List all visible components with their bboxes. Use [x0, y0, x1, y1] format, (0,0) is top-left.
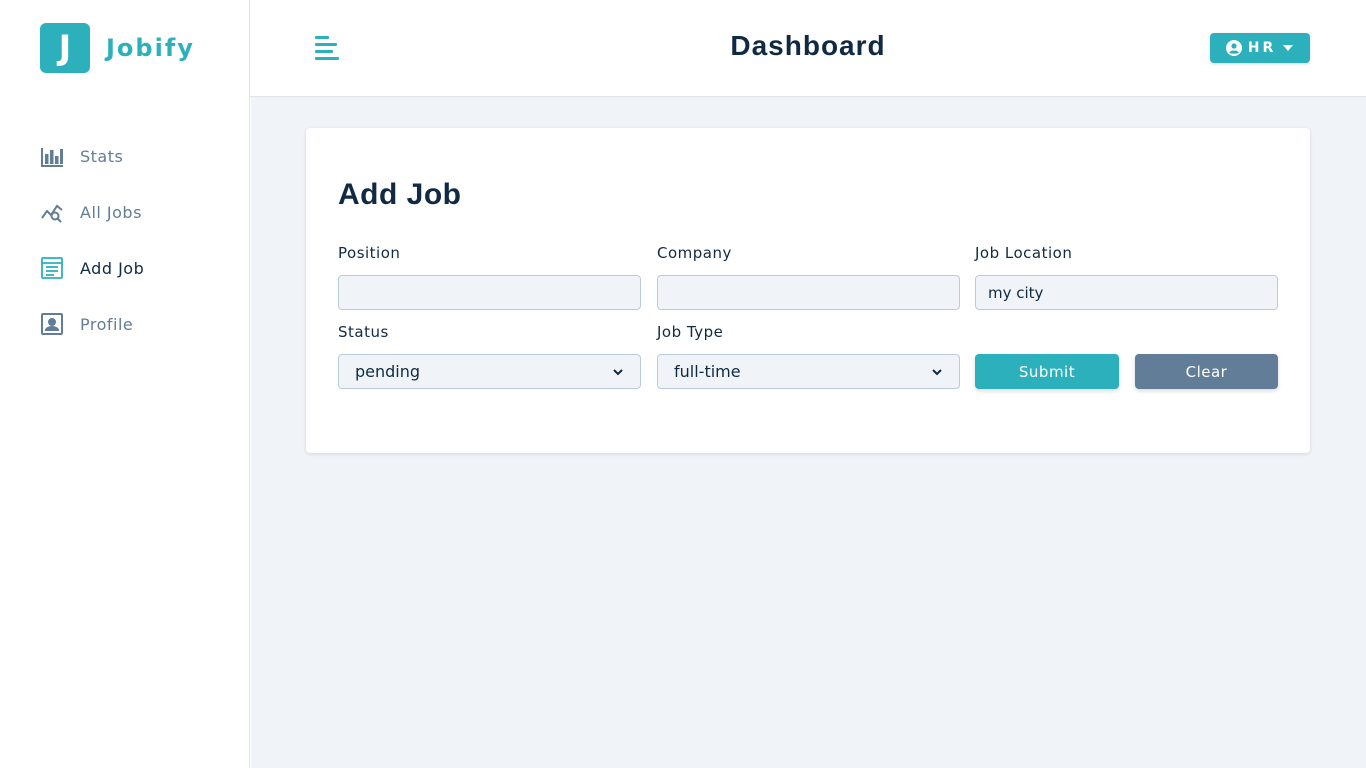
sidebar-item-add-job[interactable]: Add Job — [40, 252, 240, 284]
brand-name: Jobify — [106, 34, 195, 62]
job-type-select[interactable]: full-time — [657, 354, 960, 389]
sidebar-item-label: Stats — [80, 146, 124, 166]
user-circle-icon — [1225, 40, 1242, 56]
main-content: Add Job Position Company Job Location St… — [251, 97, 1366, 768]
page-title: Dashboard — [730, 30, 886, 61]
job-type-label: Job Type — [657, 323, 724, 341]
job-location-label: Job Location — [975, 244, 1073, 262]
job-type-select-value: full-time — [674, 362, 741, 381]
user-name: HR — [1247, 40, 1277, 56]
form-title: Add Job — [338, 178, 462, 211]
sidebar-item-label: All Jobs — [80, 202, 142, 222]
sidebar-item-profile[interactable]: Profile — [40, 308, 240, 340]
sidebar-item-label: Profile — [80, 314, 134, 334]
topbar: Dashboard HR — [250, 0, 1366, 97]
bar-chart-icon — [40, 144, 64, 168]
add-job-form: Add Job Position Company Job Location St… — [306, 128, 1310, 453]
submit-button[interactable]: Submit — [975, 354, 1119, 389]
user-menu-button[interactable]: HR — [1210, 33, 1310, 63]
status-select-value: pending — [355, 362, 421, 381]
profile-card-icon — [40, 312, 64, 336]
status-label: Status — [338, 323, 389, 341]
logo-mark: J — [40, 23, 90, 73]
sidebar-item-all-jobs[interactable]: All Jobs — [40, 196, 240, 228]
position-label: Position — [338, 244, 401, 262]
caret-down-icon — [1283, 45, 1294, 51]
sidebar-item-stats[interactable]: Stats — [40, 140, 240, 172]
status-select[interactable]: pending — [338, 354, 641, 389]
chevron-down-icon — [932, 368, 942, 375]
query-stats-icon — [40, 200, 64, 224]
company-label: Company — [657, 244, 732, 262]
form-icon — [40, 256, 64, 280]
company-input[interactable] — [657, 275, 960, 310]
job-location-input[interactable] — [975, 275, 1278, 310]
sidebar-nav: Stats All Jobs Add Job Profile — [40, 140, 240, 364]
sidebar-item-label: Add Job — [80, 258, 145, 278]
brand-logo[interactable]: J Jobify — [40, 23, 195, 73]
clear-button[interactable]: Clear — [1135, 354, 1278, 389]
sidebar: J Jobify Stats All Jobs Add Job Profile — [0, 0, 250, 768]
position-input[interactable] — [338, 275, 641, 310]
chevron-down-icon — [613, 368, 623, 375]
